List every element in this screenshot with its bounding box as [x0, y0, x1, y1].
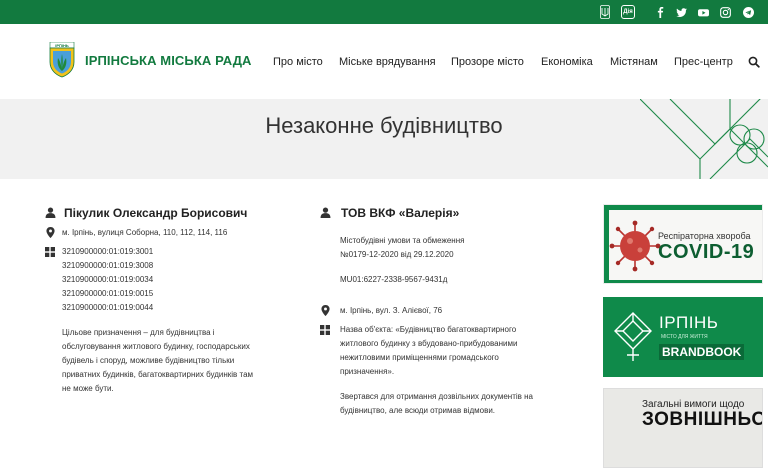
appeal-line: будівництво, але всюди отримав відмови.: [340, 406, 496, 415]
covid-banner[interactable]: Респіраторна хвороба COVID-19: [603, 204, 763, 284]
top-bar: Дія: [0, 0, 768, 24]
object-grid-icon: [320, 325, 330, 335]
description-line: приватних будинків, багатоквартирних буд…: [62, 370, 254, 379]
site-brand[interactable]: ІРПІНСЬКА МІСЬКА РАДА: [85, 53, 252, 68]
covid-banner-line1: Респіраторна хвороба: [658, 231, 751, 241]
page-hero: Незаконне будівництво: [0, 99, 768, 179]
map-pin-icon: [46, 227, 55, 238]
outdoor-rules-banner[interactable]: Загальні вимоги щодо ЗОВНІШНЬОЇ: [603, 388, 763, 468]
diia-icon[interactable]: Дія: [620, 0, 636, 24]
cadastral-grid-icon: [45, 247, 55, 257]
instagram-icon[interactable]: [717, 0, 733, 24]
conditions-line: Містобудівні умови та обмеження: [340, 236, 465, 245]
twitter-icon[interactable]: [673, 0, 689, 24]
nav-transparent-city[interactable]: Прозоре місто: [451, 56, 524, 68]
cadastral-number: 3210900000:01:019:0015: [62, 289, 154, 298]
youtube-icon[interactable]: [695, 0, 711, 24]
description-line: Цільове призначення – для будівництва і: [62, 328, 215, 337]
covid-banner-line2: COVID-19: [658, 241, 755, 263]
telegram-icon[interactable]: [740, 0, 756, 24]
brandbook-banner[interactable]: ІРПІНЬ МІСТО ДЛЯ ЖИТТЯ BRANDBOOK: [603, 297, 763, 377]
owner-name: Пікулик Олександр Борисович: [64, 206, 248, 220]
cadastral-number: 3210900000:01:019:0044: [62, 303, 154, 312]
person-icon: [320, 207, 331, 218]
description-line: будівель і споруд, можливе будівництво т…: [62, 356, 235, 365]
mu-number: MU01:6227-2338-9567-9431д: [340, 275, 448, 284]
nav-about-city[interactable]: Про місто: [273, 56, 323, 68]
description-line: не може бути.: [62, 384, 114, 393]
brandbook-banner-line2: BRANDBOOK: [659, 344, 745, 360]
map-pin-icon: [321, 305, 330, 316]
appeal-line: Звертався для отримання дозвільних докум…: [340, 392, 533, 401]
nav-residents[interactable]: Містянам: [610, 56, 658, 68]
cadastral-number: 3210900000:01:019:3008: [62, 261, 154, 270]
cadastral-number: 3210900000:01:019:0034: [62, 275, 154, 284]
company-name: ТОВ ВКФ «Валерія»: [341, 206, 460, 220]
object-line: житлового будинку з вбудовано-прибудован…: [340, 339, 518, 348]
brandbook-banner-sub: МІСТО ДЛЯ ЖИТТЯ: [661, 334, 708, 340]
site-header: ІРПІНЬ ІРПІНСЬКА МІСЬКА РАДА Про місто М…: [0, 24, 768, 99]
nav-press-center[interactable]: Прес-центр: [674, 56, 733, 68]
description-line: обслуговування житлового будинку, господ…: [62, 342, 250, 351]
object-line: Назва об'єкта: «Будівництво багатокварти…: [340, 325, 517, 334]
object-line: нежитловими приміщеннями громадського: [340, 353, 499, 362]
logo-text: ІРПІНЬ: [55, 42, 69, 48]
company-address: м. Ірпінь, вул. З. Алієвої, 76: [340, 306, 443, 315]
trident-icon[interactable]: [596, 0, 614, 24]
cadastral-number: 3210900000:01:019:3001: [62, 247, 154, 256]
nav-city-governance[interactable]: Міське врядування: [339, 56, 436, 68]
facebook-icon[interactable]: [652, 0, 668, 24]
brandbook-banner-line1: ІРПІНЬ: [659, 313, 719, 332]
person-icon: [45, 207, 56, 218]
nav-economy[interactable]: Економіка: [541, 56, 593, 68]
ornament-icon: [614, 312, 652, 361]
hero-decoration: [640, 99, 768, 179]
owner-address: м. Ірпінь, вулиця Соборна, 110, 112, 114…: [62, 228, 228, 237]
city-logo[interactable]: ІРПІНЬ: [49, 41, 75, 78]
conditions-line: №0179-12-2020 від 29.12.2020: [340, 250, 454, 259]
search-icon[interactable]: [748, 55, 760, 68]
object-line: призначення».: [340, 367, 395, 376]
virus-icon: [609, 220, 661, 272]
